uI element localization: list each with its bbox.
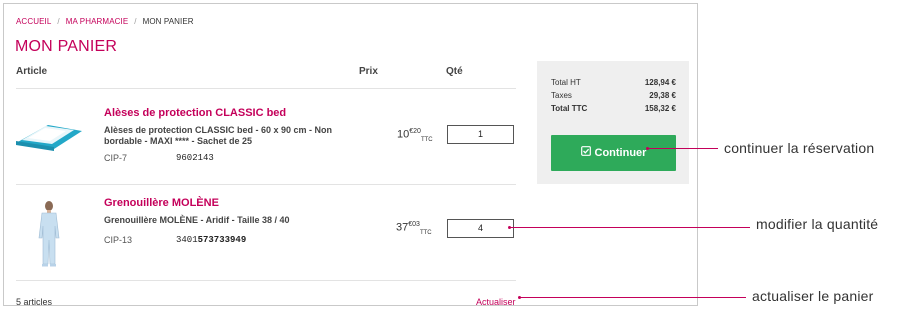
- cip-code: 3401573733949: [176, 235, 247, 245]
- product-name[interactable]: Alèses de protection CLASSIC bed: [104, 107, 286, 119]
- product-image-underpad: [16, 125, 82, 151]
- callout-continue: continuer la réservation: [724, 140, 875, 156]
- cart-panel: ACCUEIL / MA PHARMACIE / MON PANIER MON PANI…: [3, 3, 698, 307]
- item-count: 5 articles: [16, 297, 53, 307]
- quantity-input[interactable]: 4: [447, 219, 514, 238]
- product-name[interactable]: Grenouillère MOLÈNE: [104, 197, 219, 209]
- product-image-sleepsuit: [38, 201, 60, 267]
- summary-taxes: Taxes 29,38 €: [551, 91, 676, 100]
- product-description: Grenouillère MOLÈNE - Aridif - Taille 38…: [104, 215, 290, 225]
- check-square-icon: [580, 135, 591, 171]
- summary-total-ht: Total HT 128,94 €: [551, 78, 676, 87]
- callout-line: [510, 227, 750, 228]
- callout-quantity: modifier la quantité: [756, 216, 879, 232]
- cip-label: CIP-13: [104, 235, 133, 245]
- column-header-article: Article: [16, 66, 48, 77]
- continue-button[interactable]: Continuer: [551, 135, 676, 171]
- callout-update: actualiser le panier: [752, 288, 874, 304]
- breadcrumb-home[interactable]: ACCUEIL: [16, 17, 51, 26]
- continue-button-label: Continuer: [594, 147, 647, 159]
- breadcrumb-pharmacy[interactable]: MA PHARMACIE: [66, 17, 129, 26]
- summary-total-ttc: Total TTC 158,32 €: [551, 104, 676, 113]
- quantity-input[interactable]: 1: [447, 125, 514, 144]
- breadcrumb-separator: /: [134, 17, 137, 26]
- column-header-qty: Qté: [446, 66, 463, 77]
- callout-line: [520, 297, 746, 298]
- cip-label: CIP-7: [104, 153, 128, 163]
- divider: [16, 280, 516, 281]
- breadcrumb: ACCUEIL / MA PHARMACIE / MON PANIER: [16, 17, 194, 26]
- update-cart-link[interactable]: Actualiser: [476, 297, 516, 307]
- item-price: 10€20TTC: [397, 128, 433, 143]
- item-price: 37€03TTC: [396, 221, 432, 236]
- cip-code: 9602143: [176, 153, 214, 163]
- callout-line: [648, 148, 718, 149]
- divider: [16, 88, 516, 89]
- page-title: MON PANIER: [15, 38, 118, 55]
- divider: [16, 184, 516, 185]
- breadcrumb-current: MON PANIER: [142, 17, 194, 26]
- breadcrumb-separator: /: [57, 17, 60, 26]
- product-description: Alèses de protection CLASSIC bed - 60 x …: [104, 125, 333, 146]
- order-summary: Total HT 128,94 € Taxes 29,38 € Total TTC 1…: [537, 61, 689, 184]
- column-header-price: Prix: [359, 66, 378, 77]
